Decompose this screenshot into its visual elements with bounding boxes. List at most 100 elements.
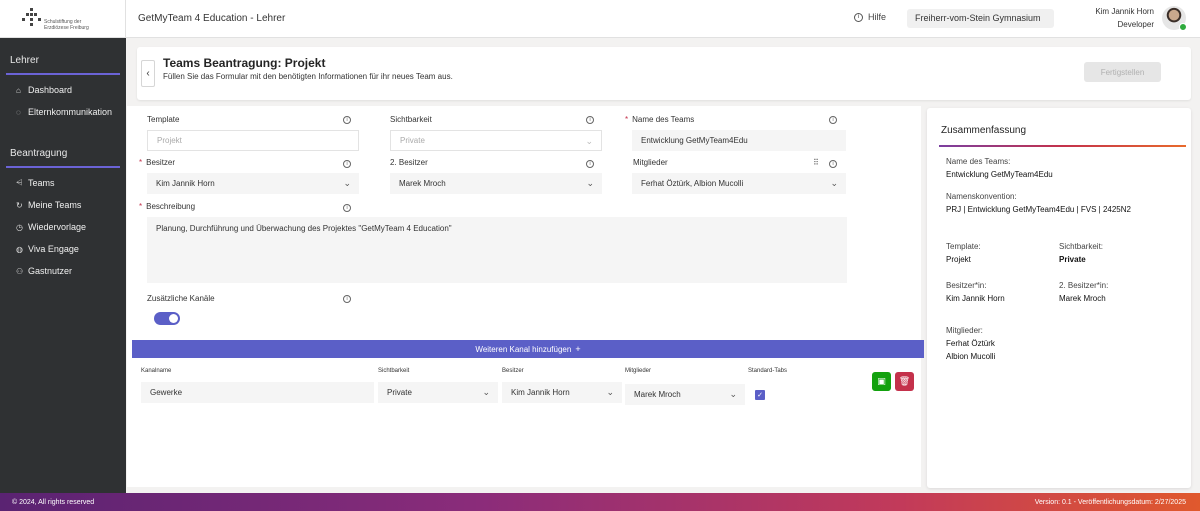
sidebar-item-elternkommunikation[interactable]: ◌ Elternkommunikation [0, 101, 126, 123]
channel-owner-value: Kim Jannik Horn [511, 388, 570, 397]
info-icon[interactable]: i [343, 295, 351, 303]
members-select[interactable]: Ferhat Öztürk, Albion Mucolli ⌄ [632, 173, 846, 194]
description-textarea[interactable]: Planung, Durchführung und Überwachung de… [147, 217, 847, 283]
owner2-value: Marek Mroch [399, 179, 446, 188]
channel-visibility-value: Private [387, 388, 412, 397]
sidebar-item-label: Wiedervorlage [28, 222, 87, 232]
column-header-mitglieder: Mitglieder [625, 368, 652, 374]
owner-label-text: Besitzer [146, 158, 176, 167]
summary-owner: Kim Jannik Horn [946, 294, 1005, 303]
owner-value: Kim Jannik Horn [156, 179, 215, 188]
help-label: Hilfe [868, 12, 887, 22]
summary-owner2-label: 2. Besitzer*in: [1059, 281, 1109, 290]
footer-copyright: © 2024, All rights reserved [12, 498, 95, 506]
school-selector[interactable]: Freiherr-vom-Stein Gymnasium [907, 9, 1054, 28]
logo-text: Schulstiftung der Erzdiözese Freiburg [44, 19, 89, 31]
summary-owner-label: Besitzer*in: [946, 281, 987, 290]
sidebar-divider [6, 166, 120, 168]
sidebar-item-gastnutzer[interactable]: ⚇ Gastnutzer [0, 260, 126, 282]
top-bar: GetMyTeam 4 Education - Lehrer i Hilfe F… [126, 0, 1200, 38]
logo-mark-icon [22, 7, 42, 30]
summary-member: Albion Mucolli [946, 352, 996, 361]
summary-team-name: Entwicklung GetMyTeam4Edu [946, 170, 1053, 179]
sidebar-item-wiedervorlage[interactable]: ◷ Wiedervorlage [0, 216, 126, 238]
visibility-label-text: Sichtbarkeit [390, 115, 432, 124]
description-label: * Beschreibung [139, 202, 195, 211]
info-icon[interactable]: i [829, 116, 837, 124]
members-label: Mitglieder [633, 158, 668, 167]
channel-members-select[interactable]: Marek Mroch ⌄ [625, 384, 745, 405]
trash-icon: 🗑 [898, 376, 911, 386]
team-name-input[interactable]: Entwicklung GetMyTeam4Edu [632, 130, 846, 151]
logo-line-2: Erzdiözese Freiburg [44, 24, 89, 31]
info-icon[interactable]: i [343, 160, 351, 168]
save-channel-button[interactable]: ▣ [872, 372, 891, 391]
chevron-down-icon: ⌄ [830, 178, 838, 188]
user-name: Kim Jannik Horn [1095, 7, 1154, 16]
chevron-down-icon: ⌄ [729, 389, 737, 399]
back-button[interactable]: ‹ [141, 60, 155, 87]
extra-channels-toggle[interactable] [154, 312, 180, 325]
visibility-select[interactable]: Private ⌄ [390, 130, 602, 151]
page-header-card: ‹ Teams Beantragung: Projekt Füllen Sie … [137, 47, 1191, 100]
info-icon[interactable]: i [829, 160, 837, 168]
standard-tabs-checkbox[interactable]: ✓ [755, 390, 765, 400]
chevron-left-icon: ‹ [146, 68, 150, 79]
home-icon: ⌂ [16, 85, 21, 95]
sidebar-item-label: Teams [28, 178, 55, 188]
chat-icon: ◌ [16, 107, 21, 117]
help-button[interactable]: i Hilfe [854, 12, 886, 22]
chevron-down-icon: ⌄ [482, 387, 490, 397]
sidebar-item-label: Elternkommunikation [28, 107, 113, 117]
sidebar-item-label: Viva Engage [28, 244, 79, 254]
add-channel-button[interactable]: Weiteren Kanal hinzufügen + [132, 340, 924, 358]
avatar[interactable] [1162, 6, 1187, 31]
channel-owner-select[interactable]: Kim Jannik Horn ⌄ [502, 382, 622, 403]
user-role: Developer [1117, 20, 1154, 29]
info-icon: i [854, 12, 863, 22]
sidebar-item-meine-teams[interactable]: ↻ Meine Teams [0, 194, 126, 216]
owner2-select[interactable]: Marek Mroch ⌄ [390, 173, 602, 194]
template-label-text: Template [147, 115, 180, 124]
owner2-label: 2. Besitzer [390, 158, 428, 167]
more-icon[interactable]: ⠿ [813, 158, 819, 167]
column-header-sichtbarkeit: Sichtbarkeit [378, 368, 410, 374]
summary-team-name-label: Name des Teams: [946, 157, 1011, 166]
sidebar-item-viva-engage[interactable]: ◍ Viva Engage [0, 238, 126, 260]
delete-channel-button[interactable]: 🗑 [895, 372, 914, 391]
required-marker: * [139, 202, 143, 211]
channel-visibility-select[interactable]: Private ⌄ [378, 382, 498, 403]
sidebar-item-label: Meine Teams [28, 200, 82, 210]
required-marker: * [625, 115, 629, 124]
footer-version: Version: 0.1 - Veröffentlichungsdatum: 2… [1034, 498, 1186, 506]
teams-icon: ⩤ [16, 178, 23, 187]
chevron-down-icon: ⌄ [343, 178, 351, 188]
sidebar-item-label: Dashboard [28, 85, 73, 95]
extra-channels-label-text: Zusätzliche Kanäle [147, 294, 215, 303]
channel-name-input[interactable]: Gewerke [141, 382, 374, 403]
guests-icon: ⚇ [16, 266, 24, 276]
sidebar-item-dashboard[interactable]: ⌂ Dashboard [0, 79, 126, 101]
info-icon[interactable]: i [586, 160, 594, 168]
description-label-text: Beschreibung [146, 202, 196, 211]
visibility-label: Sichtbarkeit [390, 115, 432, 124]
sidebar-item-teams[interactable]: ⩤ Teams [0, 172, 126, 194]
column-header-besitzer: Besitzer [502, 368, 524, 374]
plus-icon: + [575, 344, 581, 354]
template-input[interactable]: Projekt [147, 130, 359, 151]
summary-template-label: Template: [946, 242, 981, 251]
owner-select[interactable]: Kim Jannik Horn ⌄ [147, 173, 359, 194]
owner2-label-text: 2. Besitzer [390, 158, 428, 167]
submit-button[interactable]: Fertigstellen [1084, 62, 1161, 82]
sidebar: Schulstiftung der Erzdiözese Freiburg Le… [0, 0, 126, 493]
add-channel-label: Weiteren Kanal hinzufügen [475, 344, 572, 354]
chevron-down-icon: ⌄ [586, 178, 594, 188]
info-icon[interactable]: i [343, 204, 351, 212]
column-header-kanalname: Kanalname [141, 368, 172, 374]
info-icon[interactable]: i [586, 116, 594, 124]
sidebar-section-lehrer: Lehrer [10, 55, 39, 66]
chevron-down-icon: ⌄ [585, 136, 593, 146]
chevron-down-icon: ⌄ [606, 387, 614, 397]
info-icon[interactable]: i [343, 116, 351, 124]
refresh-icon: ↻ [16, 200, 23, 210]
